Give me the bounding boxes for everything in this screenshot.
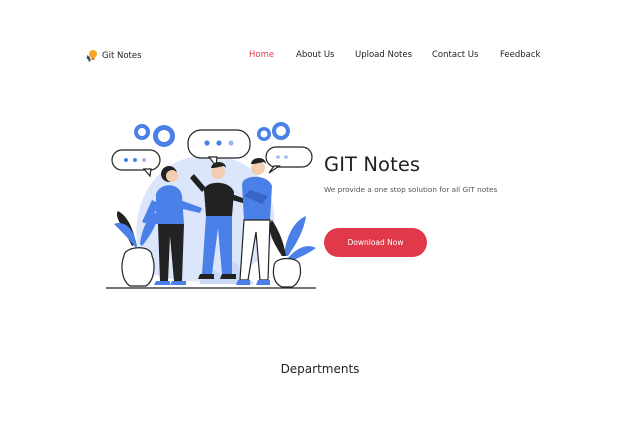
nav-about-us[interactable]: About Us bbox=[296, 50, 334, 60]
hero-text: GIT Notes We provide a one stop solution… bbox=[324, 153, 524, 196]
navbar: Git Notes Home About Us Upload Notes Con… bbox=[0, 46, 640, 66]
download-now-button[interactable]: Download Now bbox=[324, 228, 427, 257]
plant-right bbox=[269, 216, 316, 288]
nav-feedback[interactable]: Feedback bbox=[500, 50, 540, 60]
hero-title: GIT Notes bbox=[324, 153, 421, 176]
speech-bubble-right bbox=[265, 146, 313, 174]
nav-upload-notes[interactable]: Upload Notes bbox=[355, 50, 412, 60]
nav-contact-us[interactable]: Contact Us bbox=[432, 50, 478, 60]
hero-subtitle: We provide a one stop solution for all G… bbox=[324, 185, 498, 194]
speech-bubble-left bbox=[111, 149, 161, 178]
nav-home[interactable]: Home bbox=[249, 50, 274, 60]
departments-section-title: Departments bbox=[280, 362, 360, 376]
nav-menu: Home About Us Upload Notes Contact Us Fe… bbox=[0, 50, 640, 62]
people-discussion-illustration bbox=[106, 122, 316, 289]
